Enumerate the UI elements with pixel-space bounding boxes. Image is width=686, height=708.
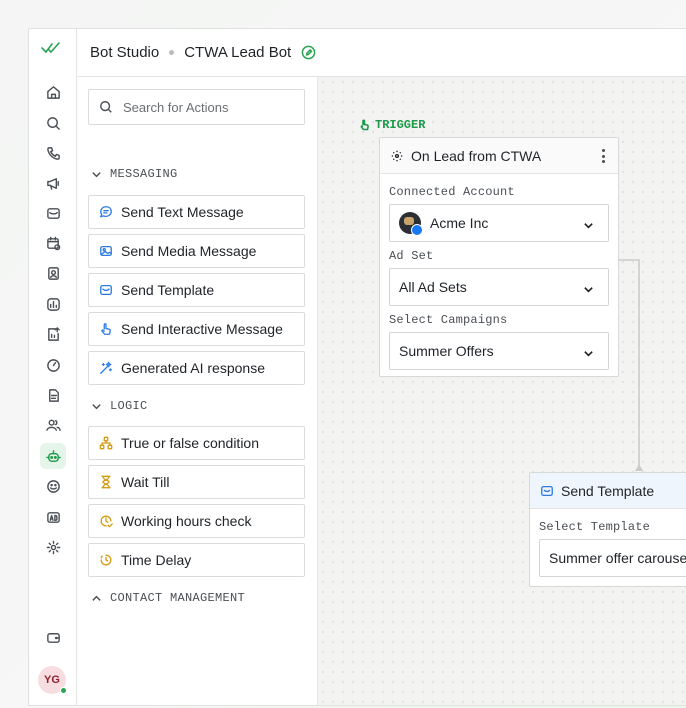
select-template-label: Select Template: [539, 520, 651, 534]
calendar-icon[interactable]: [40, 230, 66, 256]
online-status-indicator: [60, 687, 67, 694]
action-true-or-false-condition[interactable]: True or false condition: [88, 426, 305, 460]
bot-icon[interactable]: [40, 443, 66, 469]
action-label: Generated AI response: [121, 360, 265, 376]
section-label: MESSAGING: [110, 167, 178, 181]
phone-icon[interactable]: [40, 140, 66, 166]
mail-icon[interactable]: [40, 200, 66, 226]
send-template-node-title: Send Template: [561, 482, 655, 499]
action-time-delay[interactable]: Time Delay: [88, 543, 305, 577]
trigger-tag: TRIGGER: [359, 118, 425, 132]
flow-canvas[interactable]: TRIGGER On Lead from CTWA Connected Acco…: [318, 77, 686, 705]
connected-account-value: Acme Inc: [430, 215, 489, 231]
ad-set-label: Ad Set: [389, 249, 434, 263]
action-label: Send Media Message: [121, 243, 257, 259]
smile-icon[interactable]: [40, 473, 66, 499]
actions-panel: MESSAGING Send Text Message Send Media M…: [77, 77, 318, 705]
connected-account-label: Connected Account: [389, 185, 515, 199]
gauge-icon[interactable]: [40, 352, 66, 378]
action-label: Send Template: [121, 282, 215, 298]
settings-icon[interactable]: [40, 534, 66, 560]
users-icon[interactable]: [40, 412, 66, 438]
ad-set-select[interactable]: All Ad Sets: [389, 268, 609, 306]
sparkle-icon: [99, 361, 113, 375]
search-icon[interactable]: [40, 110, 66, 136]
logo-icon: [41, 42, 60, 54]
trigger-node-header[interactable]: On Lead from CTWA: [380, 138, 618, 174]
select-template-select[interactable]: Summer offer carousel: [539, 539, 686, 577]
hourglass-icon: [99, 475, 113, 489]
action-generated-ai-response[interactable]: Generated AI response: [88, 351, 305, 385]
chevron-down-icon: [583, 218, 594, 229]
megaphone-icon[interactable]: [40, 170, 66, 196]
left-nav-rail: YG: [29, 29, 77, 705]
send-template-node-header[interactable]: Send Template: [530, 473, 686, 509]
template-icon: [541, 485, 553, 496]
bot-studio-window: YG Bot Studio CTWA Lead Bot MESSAGING Se…: [28, 28, 686, 706]
trigger-label: TRIGGER: [375, 118, 426, 132]
hand-tap-icon: [99, 322, 113, 336]
chevron-down-icon: [583, 282, 594, 293]
section-messaging[interactable]: MESSAGING: [91, 167, 178, 181]
wallet-icon[interactable]: [40, 624, 66, 650]
action-working-hours-check[interactable]: Working hours check: [88, 504, 305, 538]
campaigns-label: Select Campaigns: [389, 313, 508, 327]
branch-icon: [99, 436, 113, 450]
bot-name: CTWA Lead Bot: [184, 44, 292, 61]
edit-icon[interactable]: [301, 45, 316, 60]
page-header: Bot Studio CTWA Lead Bot: [77, 29, 686, 77]
action-send-media-message[interactable]: Send Media Message: [88, 234, 305, 268]
document-icon[interactable]: [40, 382, 66, 408]
action-label: Time Delay: [121, 552, 192, 568]
chevron-down-icon: [92, 171, 101, 177]
account-avatar: [399, 212, 423, 236]
app-title: Bot Studio: [90, 44, 160, 61]
action-label: Wait Till: [121, 474, 170, 490]
send-template-node[interactable]: Send Template Select Template Summer off…: [529, 472, 686, 587]
timer-icon: [99, 553, 113, 567]
avatar-initials: YG: [44, 674, 60, 686]
action-label: Working hours check: [121, 513, 252, 529]
ad-icon[interactable]: [40, 504, 66, 530]
select-template-value: Summer offer carousel: [549, 550, 686, 566]
trigger-node[interactable]: On Lead from CTWA Connected Account Acme…: [379, 137, 619, 377]
analytics-icon[interactable]: [40, 321, 66, 347]
search-box[interactable]: [88, 89, 305, 125]
chat-icon: [99, 205, 113, 219]
connected-account-select[interactable]: Acme Inc: [389, 204, 609, 242]
more-options-icon[interactable]: [602, 149, 606, 163]
trigger-node-title: On Lead from CTWA: [411, 147, 542, 164]
ad-set-value: All Ad Sets: [399, 279, 467, 295]
action-label: True or false condition: [121, 435, 259, 451]
chevron-down-icon: [583, 346, 594, 357]
campaigns-select[interactable]: Summer Offers: [389, 332, 609, 370]
search-input[interactable]: [123, 99, 293, 115]
chevron-down-icon: [92, 403, 101, 409]
trigger-icon: [360, 119, 369, 131]
template-icon: [99, 283, 113, 297]
action-send-template[interactable]: Send Template: [88, 273, 305, 307]
action-label: Send Text Message: [121, 204, 244, 220]
chevron-up-icon: [92, 595, 101, 601]
section-label: LOGIC: [110, 399, 148, 413]
contacts-icon[interactable]: [40, 260, 66, 286]
section-contact-management[interactable]: CONTACT MANAGEMENT: [91, 591, 245, 605]
report-icon[interactable]: [40, 291, 66, 317]
campaigns-value: Summer Offers: [399, 343, 494, 359]
action-send-interactive-message[interactable]: Send Interactive Message: [88, 312, 305, 346]
action-send-text-message[interactable]: Send Text Message: [88, 195, 305, 229]
home-icon[interactable]: [40, 79, 66, 105]
action-wait-till[interactable]: Wait Till: [88, 465, 305, 499]
search-icon: [100, 101, 112, 113]
section-logic[interactable]: LOGIC: [91, 399, 148, 413]
section-label: CONTACT MANAGEMENT: [110, 591, 246, 605]
clock-check-icon: [99, 514, 113, 528]
radar-icon: [391, 150, 403, 161]
image-icon: [99, 244, 113, 258]
separator-dot: [169, 50, 175, 55]
action-label: Send Interactive Message: [121, 321, 283, 337]
